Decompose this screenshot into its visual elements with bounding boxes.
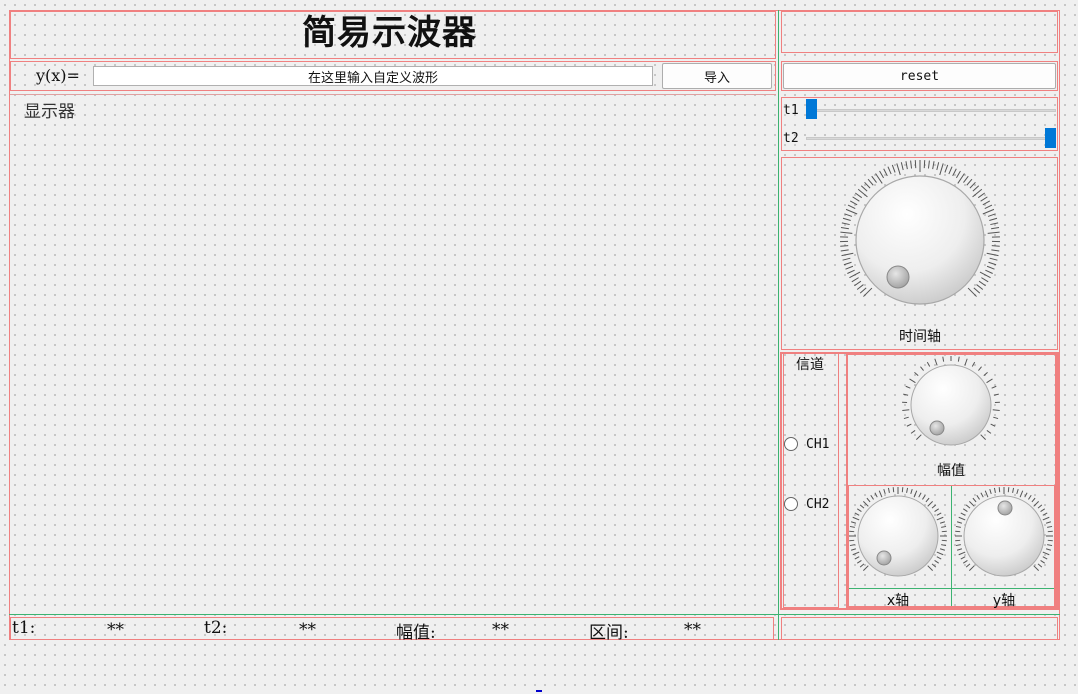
y-axis-knob[interactable] [953, 485, 1055, 587]
status-bar [10, 617, 774, 640]
status-t1-value: ** [107, 620, 124, 640]
title-right-frame [781, 11, 1058, 53]
splitter-vertical [778, 10, 779, 640]
time-axis-knob[interactable] [838, 158, 1002, 322]
ch2-label[interactable]: CH2 [806, 497, 829, 512]
t2-slider-handle[interactable] [1045, 128, 1056, 148]
import-button[interactable]: 导入 [662, 63, 772, 89]
splitter-horizontal [9, 614, 1060, 615]
formula-input[interactable]: 在这里输入自定义波形 [93, 66, 653, 86]
slider-frame [781, 97, 1058, 151]
status-t2-label: t2: [204, 618, 228, 638]
t1-slider-handle[interactable] [806, 99, 817, 119]
amplitude-knob[interactable] [900, 354, 1002, 456]
ch1-label[interactable]: CH1 [806, 437, 829, 452]
page-title: 简易示波器 [302, 13, 477, 53]
display-area [10, 94, 776, 613]
display-label: 显示器 [24, 102, 75, 122]
t1-slider-track[interactable] [806, 109, 1056, 112]
t2-slider-label: t2 [783, 131, 799, 146]
status-right-frame [781, 617, 1058, 640]
channel-group [783, 353, 839, 608]
amplitude-label: 幅值 [937, 463, 965, 479]
status-amp-value: ** [492, 620, 509, 640]
ch2-radio[interactable] [784, 497, 798, 511]
x-axis-label: x轴 [886, 593, 910, 609]
x-axis-knob[interactable] [847, 485, 949, 587]
xy-label-line [849, 588, 1054, 589]
t2-slider-track[interactable] [806, 137, 1056, 140]
reset-button[interactable]: reset [783, 63, 1056, 89]
status-range-label: 区间: [589, 623, 629, 643]
status-t2-value: ** [299, 620, 316, 640]
status-t1-label: t1: [12, 618, 36, 638]
ch1-radio[interactable] [784, 437, 798, 451]
channel-group-title: 信道 [796, 357, 824, 373]
status-range-value: ** [684, 620, 701, 640]
y-axis-label: y轴 [992, 593, 1016, 609]
formula-label: y(x)= [36, 66, 80, 85]
status-amp-label: 幅值: [396, 623, 436, 643]
time-axis-label: 时间轴 [899, 329, 941, 345]
t1-slider-label: t1 [783, 103, 799, 118]
resize-handle-bottom[interactable] [536, 690, 542, 692]
